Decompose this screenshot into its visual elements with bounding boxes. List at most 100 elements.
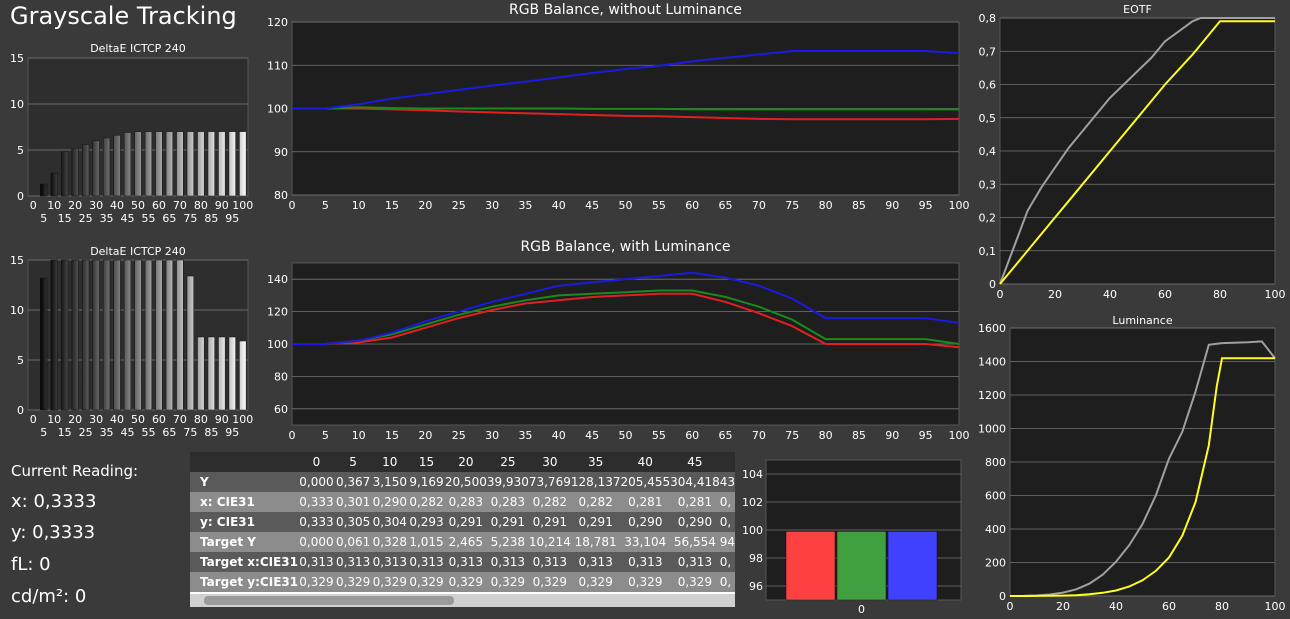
x-tick-label: 75 [785, 429, 799, 442]
y-tick-label: 1400 [978, 356, 1006, 369]
y-tick-label: 1200 [978, 389, 1006, 402]
x-tick-label: 30 [485, 199, 499, 212]
x-tick-label: 0 [30, 413, 37, 426]
chart-title: RGB Balance, with Luminance [520, 239, 730, 255]
table-cell: 0,329 [334, 572, 372, 592]
table-cell: 18,781 [570, 532, 621, 552]
table-cell: 0,313 [486, 552, 529, 572]
deltae-bar [218, 131, 226, 197]
y-tick-label: 110 [267, 59, 288, 72]
y-tick-label: 0,4 [979, 145, 997, 158]
table-column-header: 45 [670, 452, 720, 472]
x-tick-label: 35 [518, 429, 532, 442]
y-tick-label: 5 [17, 144, 24, 157]
table-cell: 33,104 [620, 532, 671, 552]
table-cell: 0,293 [408, 512, 445, 532]
x-tick-label: 40 [110, 199, 124, 212]
table-column-header [190, 452, 299, 472]
y-tick-label: 10 [10, 98, 24, 111]
y-tick-label: 0,6 [979, 79, 997, 92]
table-cell: 94 [719, 532, 735, 552]
x-tick-label: 5 [40, 426, 47, 439]
x-tick-label: 5 [322, 199, 329, 212]
x-tick-label: 30 [89, 199, 103, 212]
deltae-bar [144, 259, 153, 411]
table-header-row: 0 5 10 15 20 25 30 35 40 45 [190, 452, 735, 472]
y-tick-label: 0 [17, 190, 24, 203]
y-tick-label: 102 [742, 496, 763, 509]
x-tick-label: 85 [852, 429, 866, 442]
scrollbar-thumb[interactable] [204, 596, 454, 605]
table-cell: 0,328 [371, 532, 409, 552]
x-tick-label: 55 [652, 199, 666, 212]
x-tick-label: 55 [141, 212, 155, 225]
deltae-bar [197, 336, 205, 411]
table-column-header: 0 [298, 452, 335, 472]
y-tick-label: 80 [274, 370, 288, 383]
y-tick-label: 15 [10, 254, 24, 267]
deltae-bar [134, 131, 142, 197]
x-tick-label: 15 [385, 199, 399, 212]
x-tick-label: 60 [152, 413, 166, 426]
rgb-balance-luminance-chart: RGB Balance, with Luminance6080100120140… [267, 239, 970, 442]
x-tick-label: 20 [68, 199, 82, 212]
x-tick-label: 20 [1056, 600, 1070, 613]
y-tick-label: 0,1 [979, 245, 997, 258]
deltae-bottom-chart: DeltaE ICTCP 240051015051015202530354045… [10, 245, 253, 439]
y-tick-label: 60 [274, 403, 288, 416]
horizontal-scrollbar[interactable] [190, 594, 735, 607]
x-tick-label: 50 [619, 429, 633, 442]
luminance-chart: Luminance 0 200 400 600 800 1000 1200 1400 1600 0 2… [978, 314, 1286, 613]
table-column-header: 20 [444, 452, 487, 472]
table-cell: 20,500 [444, 472, 487, 492]
x-tick-label: 75 [785, 199, 799, 212]
x-tick-label: 100 [232, 413, 253, 426]
x-tick-label: 80 [819, 429, 833, 442]
table-cell: 0, [719, 512, 735, 532]
deltae-bar [134, 259, 142, 411]
table-cell: 0,329 [371, 572, 409, 592]
x-tick-label: 60 [685, 199, 699, 212]
y-tick-label: 0 [999, 590, 1006, 603]
x-tick-label: 0 [858, 603, 865, 616]
deltae-bar [71, 259, 79, 411]
x-tick-label: 80 [194, 199, 208, 212]
x-tick-label: 0 [30, 199, 37, 212]
x-tick-label: 15 [58, 426, 72, 439]
table-cell: 0,329 [620, 572, 671, 592]
table-column-header [719, 452, 735, 472]
x-tick-label: 20 [418, 429, 432, 442]
y-tick-label: 800 [985, 456, 1006, 469]
deltae-bar [123, 259, 132, 411]
y-tick-label: 0,3 [979, 178, 997, 191]
deltae-bar [144, 131, 153, 197]
x-tick-label: 35 [518, 199, 532, 212]
y-tick-label: 104 [742, 468, 763, 481]
y-tick-label: 100 [267, 338, 288, 351]
x-tick-label: 30 [89, 413, 103, 426]
x-tick-label: 65 [162, 212, 176, 225]
table-cell: 0,304 [371, 512, 409, 532]
deltae-bar [155, 259, 163, 411]
deltae-bar [61, 259, 69, 411]
x-tick-label: 70 [752, 199, 766, 212]
deltae-bar [165, 259, 174, 411]
x-tick-label: 25 [452, 199, 466, 212]
table-cell: 0,290 [620, 512, 671, 532]
table-cell: 0,291 [444, 512, 487, 532]
x-tick-label: 80 [1213, 288, 1227, 301]
measurement-table[interactable]: 0 5 10 15 20 25 30 35 40 45 Y 0,000 0,367 3,150 9,169… [190, 452, 735, 607]
y-tick-label: 120 [267, 306, 288, 319]
deltae-bar [102, 259, 111, 411]
table-column-header: 35 [570, 452, 621, 472]
chart-title: DeltaE ICTCP 240 [90, 42, 186, 55]
x-tick-label: 100 [232, 199, 253, 212]
deltae-bar [71, 147, 79, 197]
table-cell: 39,930 [486, 472, 529, 492]
rgb-current-bar [887, 531, 938, 601]
x-tick-label: 15 [58, 212, 72, 225]
table-cell: 56,554 [670, 532, 720, 552]
table-row-label: Y [190, 472, 299, 492]
table-cell: 0,329 [298, 572, 335, 592]
deltae-bar [102, 137, 111, 197]
